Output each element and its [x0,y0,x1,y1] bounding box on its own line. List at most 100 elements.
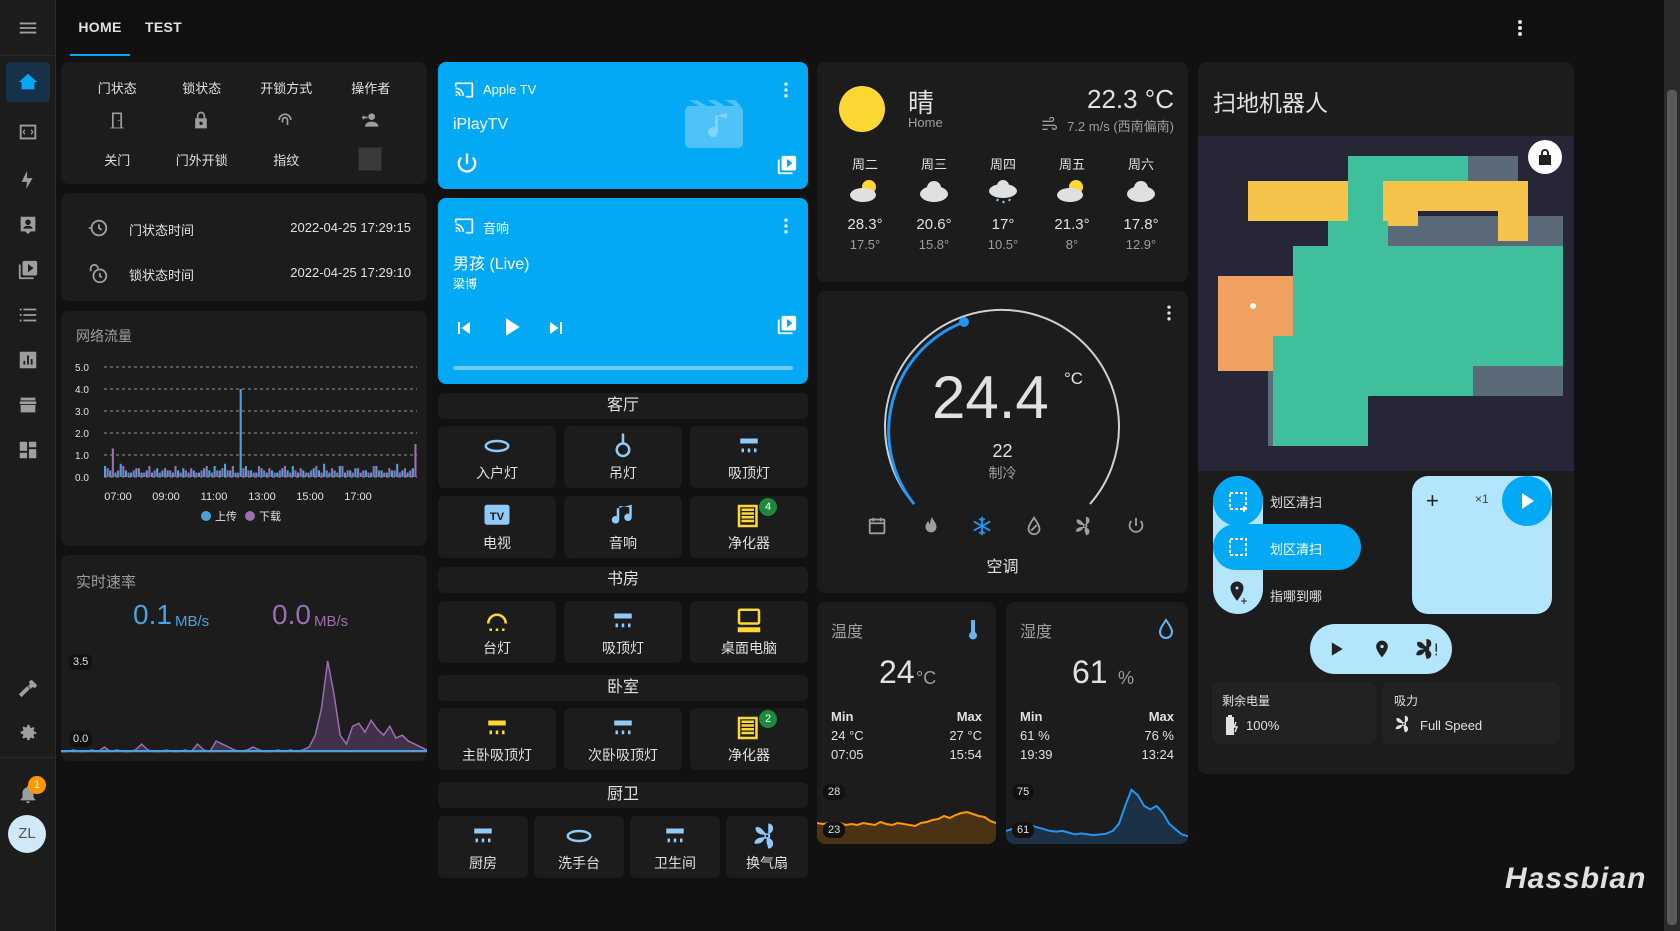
master-ceiling-button[interactable]: 主卧吸顶灯 [438,708,556,770]
menu-icon[interactable] [6,8,50,48]
store-icon [19,397,37,413]
media-browse-icon[interactable] [776,154,798,176]
bathroom-label: 卫生间 [654,855,696,871]
sidebar-item-energy[interactable] [6,160,50,200]
tv-button[interactable]: TV 电视 [438,496,556,558]
ceiling-light-icon [474,828,492,843]
fan-alert-icon[interactable] [1416,638,1440,660]
bar-上传 [197,472,201,477]
add-zone-button[interactable]: + [1426,488,1439,514]
scrollbar-thumb[interactable] [1667,90,1677,925]
calendar-sync-icon[interactable] [867,515,889,537]
zone-clean-button[interactable] [1213,476,1263,526]
sidebar-item-dashboard[interactable] [6,430,50,470]
fire-icon[interactable] [920,515,942,537]
room-title-study: 书房 [438,567,808,593]
more-options-icon[interactable] [776,80,796,100]
speed-title: 实时速率 [76,574,137,591]
top-bar: HOME TEST [56,0,1664,56]
zone-clean-label-1[interactable]: 划区清扫 [1270,539,1322,558]
bathroom-button[interactable]: 卫生间 [630,816,720,878]
lock-map-button[interactable] [1528,140,1562,174]
tab-home[interactable]: HOME [70,0,130,56]
setpoint-handle[interactable] [959,317,969,327]
bar-上传 [208,470,211,477]
door-closed-icon [110,112,124,129]
map-marker-icon[interactable] [1372,638,1392,660]
bar-下载 [315,466,318,477]
sidebar-item-developer[interactable] [6,668,50,708]
more-options-icon[interactable] [1159,303,1179,323]
exhaust-fan-button[interactable]: 换气扇 [726,816,808,878]
vacuum-title: 扫地机器人 [1213,90,1328,116]
snowflake-icon[interactable] [971,515,993,537]
hvac-action: 制冷 [988,465,1017,481]
media-progress-bar[interactable] [453,366,793,370]
bar-上传 [323,463,326,477]
bar-上传 [265,472,268,477]
repeat-count[interactable]: ×1 [1475,492,1489,506]
more-options-icon[interactable] [1508,16,1532,40]
sparkline-area [1006,789,1188,844]
previous-track-button[interactable] [452,316,476,340]
y-tick-label: 4.0 [75,385,89,396]
entry-light-button[interactable]: 入户灯 [438,426,556,488]
sidebar-item-settings[interactable] [6,713,50,753]
map-marker-plus-icon[interactable] [1213,570,1263,614]
play-icon [1522,493,1534,509]
weather-temp: 22.3 °C [1086,84,1174,114]
pendant-light-button[interactable]: 吊灯 [564,426,682,488]
bar-下载 [158,472,161,477]
water-percent-icon[interactable] [1023,515,1045,537]
speaker-button[interactable]: 音响 [564,496,682,558]
bar-上传 [411,468,414,477]
bar-上传 [218,470,221,477]
goto-label[interactable]: 指哪到哪 [1270,586,1322,605]
next-track-button[interactable] [544,316,568,340]
washbasin-button[interactable]: 洗手台 [534,816,624,878]
vacuum-map[interactable] [1198,136,1574,471]
kitchen-button[interactable]: 厨房 [438,816,528,878]
sidebar-item-code[interactable] [6,112,50,152]
zone-clean-label-0[interactable]: 划区清扫 [1270,492,1322,511]
sidebar-item-hacs[interactable] [6,385,50,425]
bar-下载 [268,468,271,477]
desk-lamp-button[interactable]: 台灯 [438,601,556,663]
play-icon[interactable] [1326,639,1346,659]
bar-上传 [260,468,263,477]
lightning-icon [21,170,33,190]
sidebar-item-map[interactable] [6,205,50,245]
bar-下载 [122,466,125,477]
purifier-button[interactable]: 净化器 [690,496,808,558]
media-browse-icon[interactable] [776,314,798,336]
time-value-1: 2022-04-25 17:29:10 [290,265,411,280]
power-icon[interactable] [1125,515,1147,537]
sidebar-item-history[interactable] [6,340,50,380]
y-tick-label: 0.0 [75,473,89,484]
second-ceiling-button[interactable]: 次卧吸顶灯 [564,708,682,770]
bar-下载 [117,470,120,477]
tab-test[interactable]: TEST [145,0,182,56]
play-button[interactable] [496,312,526,342]
study-ceiling-button[interactable]: 吸顶灯 [564,601,682,663]
bar-上传 [385,472,388,477]
bar-上传 [109,470,112,477]
power-button[interactable] [453,150,481,178]
start-zone-button[interactable] [1502,476,1552,526]
sidebar-item-overview[interactable] [6,62,50,102]
forecast-day-label: 周四 [989,157,1016,172]
time-label-0: 门状态时间 [129,223,195,238]
sidebar-item-media[interactable] [6,250,50,290]
avatar[interactable]: ZL [8,815,46,853]
desktop-pc-button[interactable]: 桌面电脑 [690,601,808,663]
bar-上传 [276,472,279,477]
wind-icon [1042,117,1057,130]
temperature-card: 温度 24 °C Min Max 24 °C 27 °C 07:05 15:54… [817,602,996,844]
bar-上传 [406,472,409,477]
forecast-day-0: 周二 28.3° 17.5° [835,154,895,252]
more-options-icon[interactable] [776,216,796,236]
sidebar-item-logbook[interactable] [6,295,50,335]
bedroom-purifier-button[interactable]: 净化器 [690,708,808,770]
ceiling-light-button[interactable]: 吸顶灯 [690,426,808,488]
fan-icon[interactable] [1074,515,1096,537]
